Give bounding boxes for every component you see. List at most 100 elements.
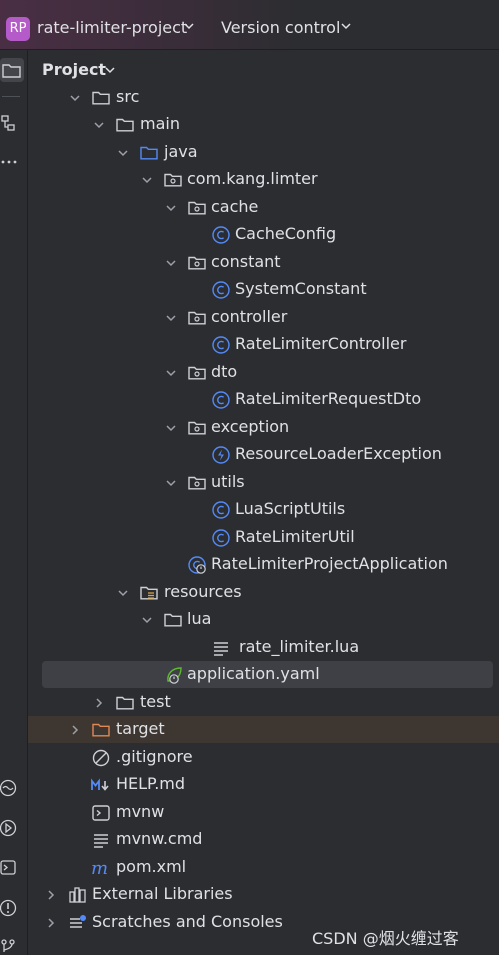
tree-node-lua-script-utils[interactable]: LuaScriptUtils xyxy=(28,496,499,523)
tree-node-resource-loader-exception[interactable]: ResourceLoaderException xyxy=(28,441,499,468)
tree-node-label: exception xyxy=(211,417,290,436)
terminal-tool-button[interactable] xyxy=(0,856,24,880)
tree-node-rate-limiter-request-dto[interactable]: RateLimiterRequestDto xyxy=(28,386,499,413)
tool-window-strip xyxy=(0,50,28,955)
tree-node-label: lua xyxy=(187,609,212,628)
source-folder-icon xyxy=(140,146,158,160)
tree-node-label: dto xyxy=(211,362,238,381)
tree-node-target[interactable]: target xyxy=(28,716,499,743)
tree-node-constant[interactable]: constant xyxy=(28,249,499,276)
chevron-down-icon[interactable] xyxy=(183,20,195,32)
tree-node-rate-limiter-util[interactable]: RateLimiterUtil xyxy=(28,524,499,551)
ignore-file-icon xyxy=(92,749,110,767)
expanded-arrow-icon[interactable] xyxy=(164,256,178,270)
tree-node-label: .gitignore xyxy=(116,747,193,766)
tree-node-application-yaml[interactable]: application.yaml xyxy=(42,661,493,688)
text-file-icon xyxy=(94,834,108,848)
tree-node-mvnw-cmd[interactable]: mvnw.cmd xyxy=(28,826,499,853)
package-icon xyxy=(188,421,206,435)
tree-node-rate-limiter-controller[interactable]: RateLimiterController xyxy=(28,331,499,358)
tree-node-label: rate_limiter.lua xyxy=(239,637,360,656)
tree-node-utils[interactable]: utils xyxy=(28,469,499,496)
project-badge-icon[interactable]: RP xyxy=(6,17,30,41)
tree-node-label: target xyxy=(116,719,165,738)
tree-node-label: controller xyxy=(211,307,288,326)
collapsed-arrow-icon[interactable] xyxy=(44,916,58,930)
project-panel-title[interactable]: Project xyxy=(42,60,106,79)
more-icon xyxy=(1,160,17,164)
tree-node-cache-config[interactable]: CacheConfig xyxy=(28,221,499,248)
tree-node-system-constant[interactable]: SystemConstant xyxy=(28,276,499,303)
class-icon xyxy=(212,529,230,547)
expanded-arrow-icon[interactable] xyxy=(116,146,130,160)
markdown-icon xyxy=(91,778,109,791)
expanded-arrow-icon[interactable] xyxy=(140,613,154,627)
spring-config-icon xyxy=(167,667,182,684)
tree-node-label: utils xyxy=(211,472,245,491)
tree-node-label: RateLimiterRequestDto xyxy=(235,389,422,408)
class-icon xyxy=(212,281,230,299)
class-icon xyxy=(212,391,230,409)
tree-node-label: main xyxy=(140,114,180,133)
problems-tool-button[interactable] xyxy=(0,896,24,920)
version-control-dropdown[interactable]: Version control xyxy=(221,18,340,37)
collapsed-arrow-icon[interactable] xyxy=(92,696,106,710)
expanded-arrow-icon[interactable] xyxy=(116,586,130,600)
tree-node-exception[interactable]: exception xyxy=(28,414,499,441)
expanded-arrow-icon[interactable] xyxy=(92,118,106,132)
tree-node-controller[interactable]: controller xyxy=(28,304,499,331)
tree-node-label: Scratches and Consoles xyxy=(92,912,283,931)
project-tool-button[interactable] xyxy=(0,58,24,82)
chevron-down-icon[interactable] xyxy=(104,64,116,76)
class-icon xyxy=(212,226,230,244)
tree-node-application-class[interactable]: RateLimiterProjectApplication xyxy=(28,551,499,578)
tree-node-pom-xml[interactable]: m pom.xml xyxy=(28,854,499,881)
package-icon xyxy=(188,366,206,380)
expanded-arrow-icon[interactable] xyxy=(164,421,178,435)
tree-node-label: External Libraries xyxy=(92,884,233,903)
chevron-down-icon[interactable] xyxy=(340,20,352,32)
expanded-arrow-icon[interactable] xyxy=(140,173,154,187)
tree-node-java[interactable]: java xyxy=(28,139,499,166)
excluded-folder-icon xyxy=(92,723,110,737)
tree-node-gitignore[interactable]: .gitignore xyxy=(28,744,499,771)
run-tool-button[interactable] xyxy=(0,816,24,840)
tree-node-mvnw[interactable]: mvnw xyxy=(28,799,499,826)
services-tool-button[interactable] xyxy=(0,776,24,800)
expanded-arrow-icon[interactable] xyxy=(164,366,178,380)
tree-node-label: CacheConfig xyxy=(235,224,337,243)
tree-node-test[interactable]: test xyxy=(28,689,499,716)
folder-icon xyxy=(164,613,182,627)
project-name-dropdown[interactable]: rate-limiter-project xyxy=(37,18,187,37)
tree-node-lua[interactable]: lua xyxy=(28,606,499,633)
tree-node-main[interactable]: main xyxy=(28,111,499,138)
tree-node-label: LuaScriptUtils xyxy=(235,499,346,518)
expanded-arrow-icon[interactable] xyxy=(68,91,82,105)
expanded-arrow-icon[interactable] xyxy=(164,201,178,215)
tree-node-label: mvnw.cmd xyxy=(116,829,203,848)
tree-node-rate-limiter-lua[interactable]: rate_limiter.lua xyxy=(28,634,499,661)
services-icon xyxy=(0,779,17,797)
tree-node-dto[interactable]: dto xyxy=(28,359,499,386)
collapsed-arrow-icon[interactable] xyxy=(44,888,58,902)
tree-node-cache[interactable]: cache xyxy=(28,194,499,221)
class-icon xyxy=(212,501,230,519)
tree-node-package[interactable]: com.kang.limter xyxy=(28,166,499,193)
tree-node-label: SystemConstant xyxy=(235,279,367,298)
tree-node-src[interactable]: src xyxy=(28,84,499,111)
more-tools-button[interactable] xyxy=(0,150,24,174)
package-icon xyxy=(164,173,182,187)
expanded-arrow-icon[interactable] xyxy=(164,476,178,490)
divider xyxy=(2,96,20,97)
git-tool-button[interactable] xyxy=(0,932,24,955)
collapsed-arrow-icon[interactable] xyxy=(68,723,82,737)
class-icon xyxy=(212,336,230,354)
tree-node-label: cache xyxy=(211,197,259,216)
tree-node-label: com.kang.limter xyxy=(187,169,318,188)
tree-node-help-md[interactable]: HELP.md xyxy=(28,771,499,798)
tree-node-resources[interactable]: resources xyxy=(28,579,499,606)
spring-boot-class-icon xyxy=(188,556,206,574)
structure-tool-button[interactable] xyxy=(0,112,24,136)
expanded-arrow-icon[interactable] xyxy=(164,311,178,325)
tree-node-external-libraries[interactable]: External Libraries xyxy=(28,881,499,908)
